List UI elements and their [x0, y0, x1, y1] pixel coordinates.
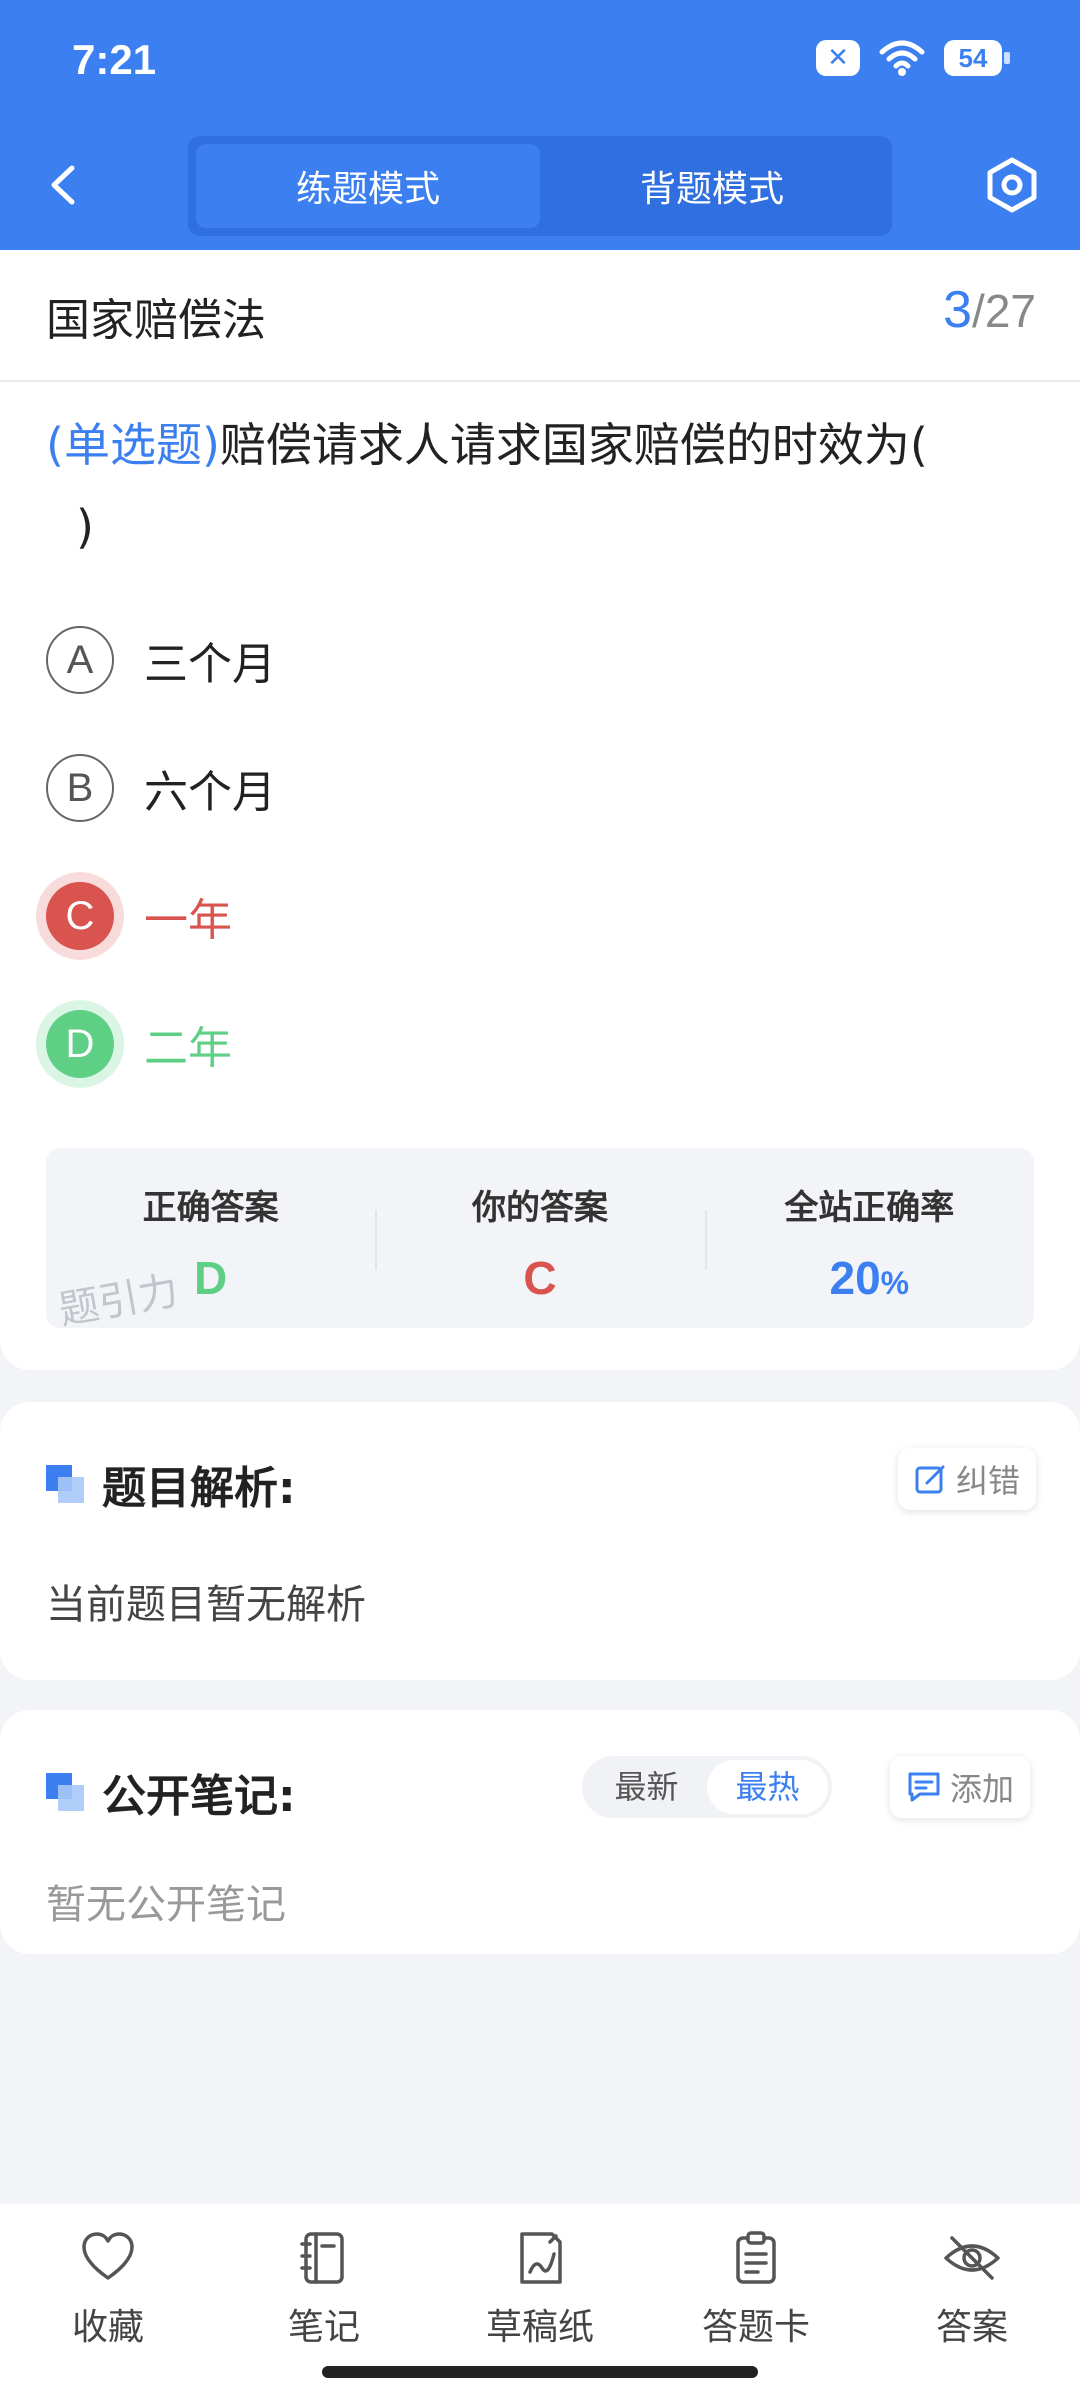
correct-answer-col: 正确答案 D 题引力: [46, 1148, 375, 1334]
home-indicator: [322, 2366, 758, 2378]
settings-icon[interactable]: [982, 155, 1042, 215]
sort-latest-tab[interactable]: 最新: [586, 1760, 707, 1814]
option-d[interactable]: D 二年: [46, 1010, 232, 1078]
tab-practice-mode[interactable]: 练题模式: [196, 144, 540, 228]
question-text: (单选题)赔偿请求人请求国家赔偿的时效为( ): [46, 404, 1036, 568]
option-text: 一年: [144, 895, 232, 946]
status-time: 7:21: [72, 36, 157, 83]
edit-icon: [915, 1465, 945, 1494]
option-a[interactable]: A 三个月: [46, 626, 276, 694]
draft-icon: [520, 2232, 562, 2284]
nav-favorite[interactable]: 收藏: [0, 2204, 216, 2400]
nav-label: 答题卡: [701, 2307, 810, 2348]
accuracy-rate-col: 全站正确率 20%: [704, 1148, 1034, 1328]
notes-header: 公开笔记:: [46, 1760, 296, 1824]
notes-panel: 公开笔记: 最新 最热 添加 暂无公开笔记: [0, 1710, 1080, 1954]
subject-title: 国家赔偿法: [46, 295, 266, 346]
notebook-icon: [300, 2232, 344, 2284]
sort-hottest-tab[interactable]: 最热: [707, 1760, 828, 1814]
battery-icon: 54: [944, 40, 1010, 76]
question-panel: 国家赔偿法 3/27 (单选题)赔偿请求人请求国家赔偿的时效为( ) A 三个月…: [0, 250, 1080, 1370]
option-text: 六个月: [144, 767, 276, 818]
back-icon[interactable]: [40, 160, 90, 210]
question-stem-end: ): [76, 500, 94, 554]
wifi-icon: [879, 40, 925, 76]
notes-title: 公开笔记:: [102, 1771, 296, 1822]
notes-sort-tabs: 最新 最热: [582, 1756, 832, 1818]
report-error-button[interactable]: 纠错: [898, 1448, 1037, 1510]
accuracy-rate-label: 全站正确率: [784, 1188, 955, 1228]
report-error-label: 纠错: [956, 1462, 1021, 1500]
progress-separator: /: [972, 285, 985, 337]
option-text: 三个月: [144, 639, 276, 690]
nav-label: 收藏: [71, 2307, 144, 2348]
top-header: 7:21 ✕ 54 练题模式 背题模式: [0, 0, 1080, 250]
option-b[interactable]: B 六个月: [46, 754, 276, 822]
question-stem: 赔偿请求人请求国家赔偿的时效为(: [219, 418, 928, 472]
notification-icon: ✕: [816, 40, 860, 76]
mode-switch: 练题模式 背题模式: [188, 136, 892, 236]
subject-row: 国家赔偿法 3/27: [0, 250, 1080, 382]
option-letter: D: [46, 1010, 114, 1078]
nav-label: 答案: [935, 2307, 1008, 2348]
option-text: 二年: [144, 1023, 232, 1074]
analysis-panel: 题目解析: 纠错 当前题目暂无解析: [0, 1402, 1080, 1680]
nav-label: 笔记: [287, 2307, 360, 2348]
your-answer-label: 你的答案: [471, 1188, 608, 1228]
comment-icon: [908, 1772, 940, 1802]
accuracy-rate-value: 20%: [705, 1251, 1034, 1305]
question-progress[interactable]: 3/27: [943, 280, 1036, 340]
eye-off-icon: [944, 2236, 1000, 2280]
analysis-header: 题目解析:: [46, 1452, 296, 1516]
section-marker-icon: [46, 1465, 84, 1503]
nav-show-answer[interactable]: 答案: [864, 2204, 1080, 2400]
option-letter: C: [46, 882, 114, 950]
option-c[interactable]: C 一年: [46, 882, 232, 950]
notes-empty-text: 暂无公开笔记: [46, 1882, 286, 1928]
option-letter: A: [46, 626, 114, 694]
tab-memorize-mode[interactable]: 背题模式: [540, 144, 884, 228]
section-marker-icon: [46, 1773, 84, 1811]
progress-current: 3: [943, 281, 973, 339]
analysis-title: 题目解析:: [102, 1463, 296, 1514]
accuracy-rate-unit: %: [880, 1265, 910, 1301]
accuracy-rate-number: 20: [829, 1252, 881, 1304]
answer-sheet-icon: [736, 2231, 776, 2284]
progress-total: 27: [984, 285, 1036, 337]
your-answer-value: C: [523, 1252, 557, 1304]
analysis-body: 当前题目暂无解析: [46, 1582, 366, 1628]
question-type: (单选题): [46, 418, 220, 472]
status-icons: ✕ 54: [816, 38, 1010, 78]
heart-icon: [82, 2232, 134, 2280]
option-letter: B: [46, 754, 114, 822]
correct-answer-label: 正确答案: [142, 1188, 279, 1228]
add-note-label: 添加: [950, 1770, 1015, 1808]
add-note-button[interactable]: 添加: [890, 1756, 1031, 1818]
nav-label: 草稿纸: [485, 2307, 594, 2348]
answer-summary: 正确答案 D 题引力 你的答案 C 全站正确率 20%: [46, 1148, 1034, 1334]
your-answer-col: 你的答案 C: [375, 1148, 704, 1328]
